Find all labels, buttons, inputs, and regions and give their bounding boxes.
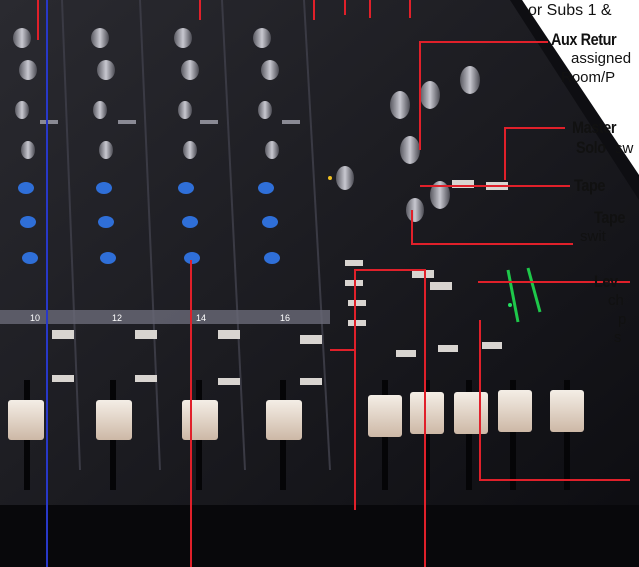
callout-level: Lev ch p s — [594, 272, 626, 348]
callout-subs: or Subs 1 & — [528, 2, 612, 20]
callout-subs-text: or Subs 1 & — [528, 2, 612, 19]
callout-solo-bold: Solo — [576, 138, 606, 158]
callout-tape-switch-head: Tape — [594, 208, 625, 227]
channel-label-14: 14 — [196, 313, 206, 323]
callout-aux-return-head: Aux Retur — [551, 30, 617, 49]
channel-label-12: 12 — [112, 313, 122, 323]
mixer-console-photo: 10 12 14 16 — [0, 0, 639, 567]
callout-aux-return-line1: assigned — [571, 50, 632, 68]
callout-level-head: Lev — [594, 272, 618, 291]
callout-level-line3: s — [614, 329, 622, 347]
callout-aux-return-line2: Room/P — [561, 68, 616, 86]
console-front-edge — [0, 505, 639, 567]
callout-master-solo: Master Solo sw — [572, 118, 633, 159]
callout-solo-rest: sw — [610, 140, 634, 158]
callout-tape-head: Tape — [574, 176, 605, 195]
callout-tape-switch: Tape swit — [580, 208, 630, 247]
meter-led — [508, 303, 512, 307]
callout-tape: Tape — [574, 176, 610, 196]
callout-aux-return: Aux Retur assigned Room/P — [551, 30, 631, 87]
callout-level-line2: p — [618, 310, 627, 328]
callout-tape-switch-line1: swit — [580, 228, 606, 246]
channel-label-16: 16 — [280, 313, 290, 323]
status-led — [328, 176, 332, 180]
callout-master-head: Master — [572, 118, 617, 137]
callout-level-line1: ch — [608, 292, 624, 310]
channel-label-10: 10 — [30, 313, 40, 323]
